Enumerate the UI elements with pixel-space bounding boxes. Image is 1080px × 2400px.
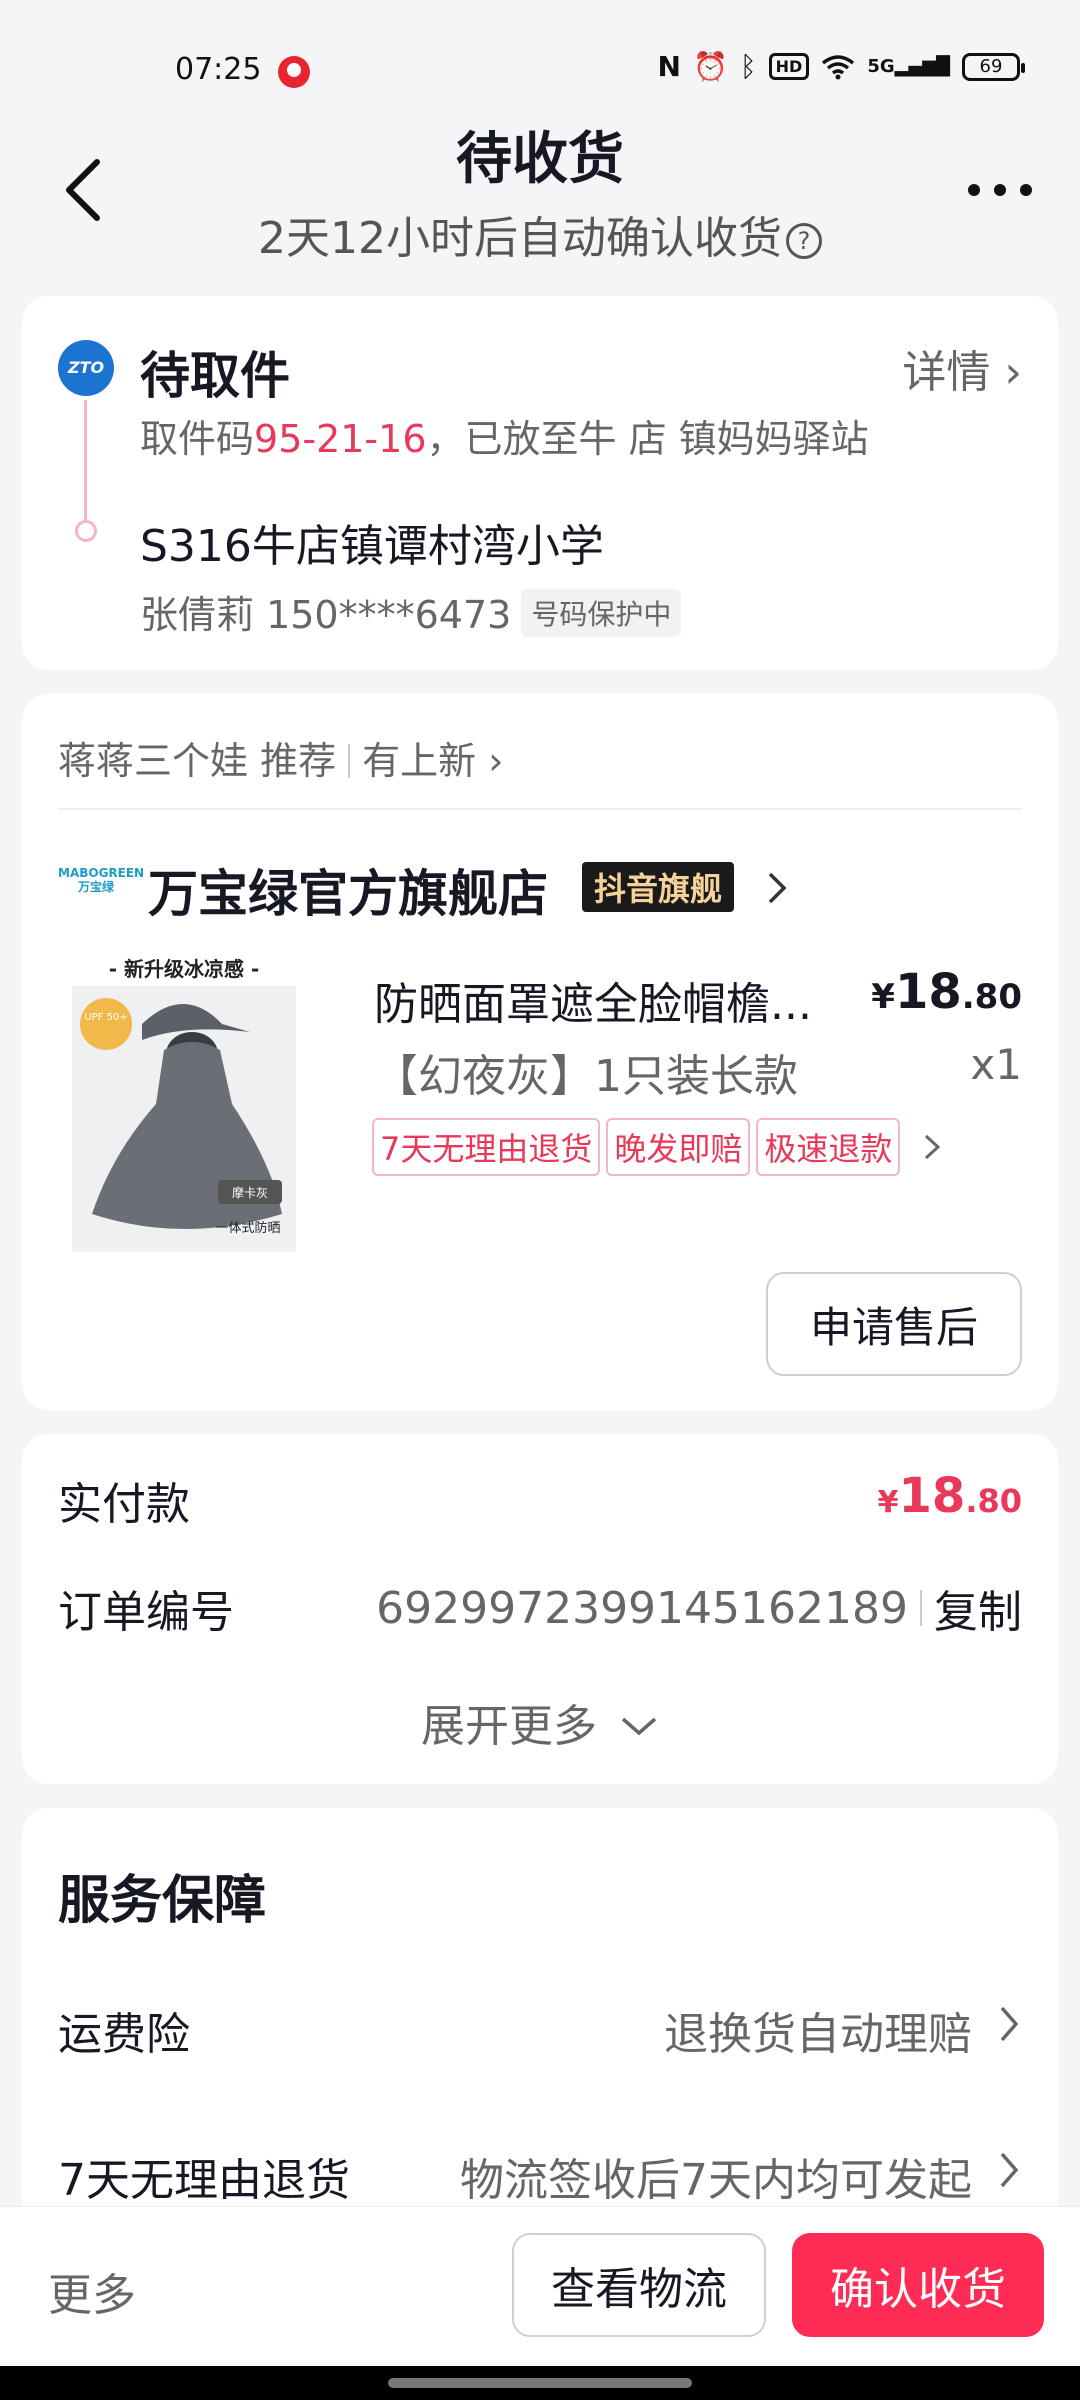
currency-symbol: ¥ xyxy=(877,1485,899,1520)
order-product-card: 蒋蒋三个娃 推荐 有上新 › MABOGREEN 万宝绿 万宝绿官方旗舰店 抖音旗… xyxy=(22,694,1058,1410)
delivery-card: ZTO 待取件 详情 › 取件码95-21-16，已放至牛 店 镇妈妈驿站 S3… xyxy=(22,296,1058,670)
payment-card: 实付款 ¥18.80 订单编号 6929972399145162189 复制 展… xyxy=(22,1434,1058,1784)
bottom-action-bar: 更多 查看物流 确认收货 xyxy=(0,2206,1080,2366)
service-value: 退换货自动理赔 xyxy=(664,2009,972,2060)
status-time: 07:25 xyxy=(175,52,262,87)
image-caption-top: - 新升级冰凉感 - xyxy=(109,957,260,981)
zto-logo-icon: ZTO xyxy=(58,340,114,396)
service-row-shipping-insurance[interactable]: 运费险 退换货自动理赔 xyxy=(58,1998,1022,2062)
detail-label: 详情 xyxy=(902,347,991,398)
confirm-receipt-button[interactable]: 确认收货 xyxy=(792,2233,1044,2337)
page-header: 待收货 2天12小时后自动确认收货? xyxy=(0,110,1080,280)
recipient-contact: 张倩莉 150****6473 号码保护中 xyxy=(140,584,682,639)
app-notification-icon xyxy=(278,56,310,88)
tag-7day-return: 7天无理由退货 xyxy=(372,1118,601,1176)
divider xyxy=(920,1590,922,1626)
divider xyxy=(348,744,351,778)
paid-decimal: .80 xyxy=(965,1482,1022,1520)
network-type: 5G xyxy=(867,55,895,77)
price-integer: 18 xyxy=(894,964,962,1020)
service-row-7day-return[interactable]: 7天无理由退货 物流签收后7天内均可发起 xyxy=(58,2144,1022,2208)
privacy-tag: 号码保护中 xyxy=(521,589,682,637)
chevron-down-icon xyxy=(621,1717,657,1736)
service-title: 服务保障 xyxy=(58,1871,267,1931)
order-number-label: 订单编号 xyxy=(58,1587,234,1638)
paid-amount: ¥18.80 xyxy=(878,1468,1022,1524)
service-tags[interactable]: 7天无理由退货 晚发即赔 极速退款 xyxy=(372,1118,944,1176)
chevron-right-icon: › xyxy=(1004,347,1022,398)
nfc-icon: N xyxy=(657,50,681,83)
more-options-icon[interactable] xyxy=(960,170,1040,210)
order-number-row: 6929972399145162189 复制 xyxy=(376,1576,1022,1640)
hd-icon: HD xyxy=(768,53,810,80)
product-quantity: x1 xyxy=(970,1040,1022,1089)
pickup-code: 95-21-16 xyxy=(254,417,427,461)
tag-late-compensation: 晚发即赔 xyxy=(606,1118,751,1176)
product-title[interactable]: 防晒面罩遮全脸帽檐... xyxy=(374,968,834,1032)
color-label: 摩卡灰 xyxy=(232,1185,268,1200)
battery-level: 69 xyxy=(979,56,1003,77)
page-title: 待收货 xyxy=(456,127,624,192)
flagship-badge: 抖音旗舰 xyxy=(582,862,735,912)
more-button[interactable]: 更多 xyxy=(48,2259,136,2323)
currency-symbol: ¥ xyxy=(871,977,895,1017)
pickup-location: ，已放至牛 店 镇妈妈驿站 xyxy=(426,417,869,461)
pickup-prefix: 取件码 xyxy=(140,417,255,461)
recommend-row[interactable]: 蒋蒋三个娃 推荐 有上新 › xyxy=(58,730,503,785)
product-image[interactable]: - 新升级冰凉感 - UPF 50+ 摩卡灰 一体式防晒 xyxy=(72,954,296,1252)
delivery-address: S316牛店镇谭村湾小学 xyxy=(140,521,604,572)
store-name[interactable]: 万宝绿官方旗舰店 xyxy=(148,854,548,926)
home-indicator[interactable] xyxy=(388,2378,692,2388)
recipient-name-phone: 张倩莉 150****6473 xyxy=(140,593,512,637)
product-price: ¥18.80 xyxy=(871,964,1022,1020)
timeline-dot xyxy=(75,520,97,542)
service-label: 运费险 xyxy=(58,2009,190,2060)
service-label: 7天无理由退货 xyxy=(58,2155,350,2206)
upf-badge: UPF 50+ xyxy=(84,1012,127,1023)
copy-button[interactable]: 复制 xyxy=(934,1576,1022,1640)
image-caption-bottom: 一体式防晒 xyxy=(215,1220,280,1236)
delivery-status: 待取件 xyxy=(140,347,290,405)
recommend-label: 蒋蒋三个娃 推荐 xyxy=(58,739,337,783)
chevron-right-icon xyxy=(925,1134,941,1160)
view-logistics-button[interactable]: 查看物流 xyxy=(512,2233,766,2337)
price-decimal: .80 xyxy=(961,977,1022,1017)
paid-label: 实付款 xyxy=(58,1479,190,1530)
auto-confirm-text: 2天12小时后自动确认收货 xyxy=(258,213,782,264)
chevron-right-icon[interactable] xyxy=(762,868,792,908)
product-illustration: - 新升级冰凉感 - UPF 50+ 摩卡灰 一体式防晒 xyxy=(72,957,296,1252)
chevron-right-icon xyxy=(1000,2006,1019,2042)
store-logo: MABOGREEN 万宝绿 xyxy=(58,866,145,894)
pickup-info: 取件码95-21-16，已放至牛 店 镇妈妈驿站 xyxy=(140,408,869,463)
delivery-detail-link[interactable]: 详情 › xyxy=(902,336,1022,400)
status-icons: N ⏰ ᛒ HD 5G▂▄▆█ 69 xyxy=(657,50,1025,83)
chevron-right-icon: › xyxy=(488,739,504,783)
signal-icon: 5G▂▄▆█ xyxy=(867,55,950,77)
battery-icon: 69 xyxy=(962,52,1025,81)
paid-integer: 18 xyxy=(898,1468,966,1524)
timeline-line xyxy=(84,400,87,524)
bluetooth-icon: ᛒ xyxy=(739,50,757,83)
tag-fast-refund: 极速退款 xyxy=(756,1118,901,1176)
order-number: 6929972399145162189 xyxy=(376,1582,908,1634)
help-icon[interactable]: ? xyxy=(785,223,822,259)
service-value: 物流签收后7天内均可发起 xyxy=(460,2155,972,2206)
divider xyxy=(58,808,1022,810)
wifi-icon xyxy=(822,54,855,79)
after-sale-button[interactable]: 申请售后 xyxy=(766,1272,1022,1376)
chevron-right-icon xyxy=(1000,2152,1019,2188)
system-nav-bar xyxy=(0,2366,1080,2400)
auto-confirm-subtitle: 2天12小时后自动确认收货? xyxy=(0,202,1080,266)
product-spec: 【幻夜灰】1只装长款 xyxy=(374,1051,798,1102)
expand-more-button[interactable]: 展开更多 xyxy=(22,1690,1058,1754)
expand-label: 展开更多 xyxy=(421,1701,597,1752)
new-arrivals-link[interactable]: 有上新 xyxy=(362,739,476,783)
alarm-icon: ⏰ xyxy=(692,50,728,83)
